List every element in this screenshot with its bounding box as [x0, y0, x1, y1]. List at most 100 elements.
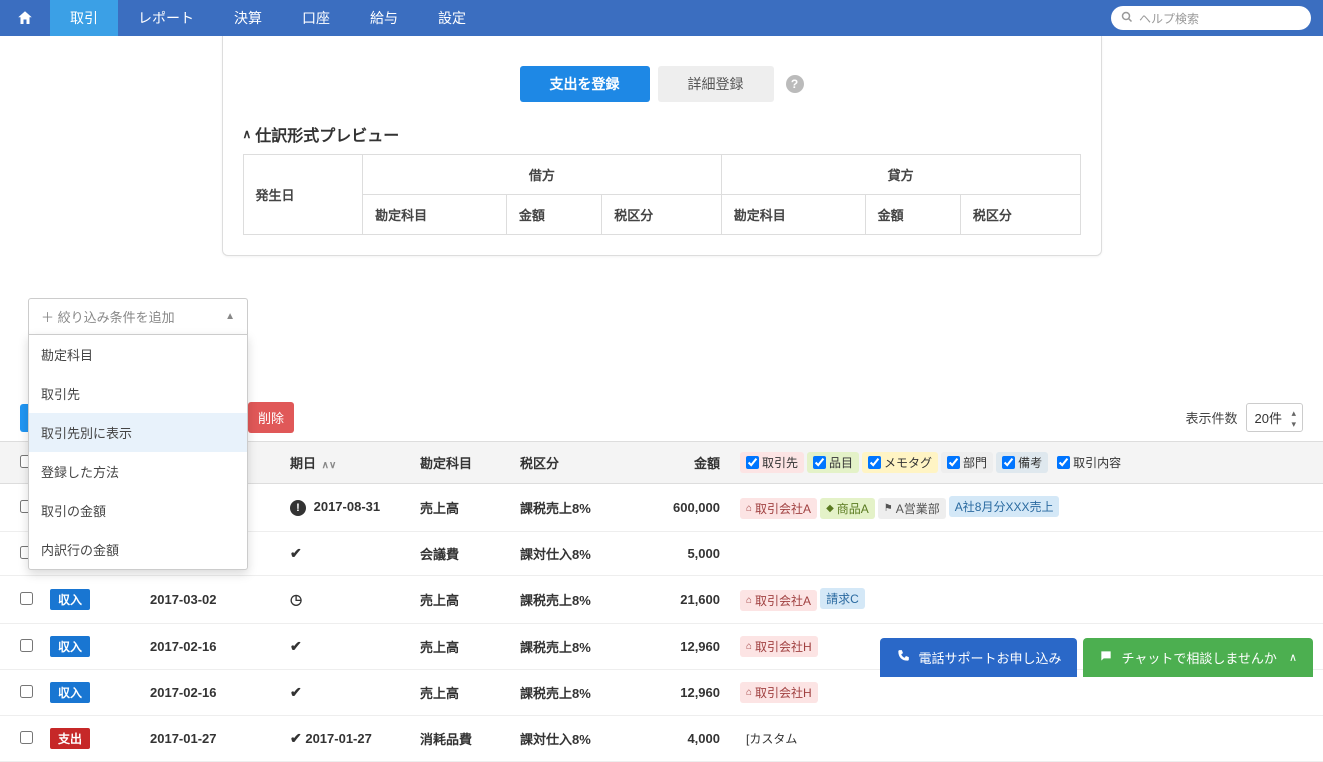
nav-item-5[interactable]: 設定	[418, 0, 486, 36]
col-debit: 借方	[363, 155, 722, 195]
tag-pill[interactable]: ⌂取引会社H	[740, 682, 818, 703]
nav-item-4[interactable]: 給与	[350, 0, 418, 36]
cell-tax: 課対仕入8%	[520, 729, 630, 748]
table-row[interactable]: 支出 2017-01-27✔ 2017-01-27消耗品費課対仕入8%4,000 […	[0, 716, 1323, 762]
col-credit-tax: 税区分	[960, 195, 1080, 235]
tag-icon: ⌂	[746, 503, 752, 514]
page-size-label: 表示件数	[1186, 408, 1238, 427]
cell-due: ✔ 2017-01-27	[290, 730, 420, 747]
tag-pill[interactable]: 請求C	[820, 588, 865, 609]
tag-pill[interactable]: ⚑A営業部	[878, 498, 946, 519]
chevron-up-icon: ∧	[1289, 651, 1297, 664]
tag-filter-checkbox[interactable]: 品目	[807, 452, 859, 473]
page-size-select[interactable]: 20件 ▴▾	[1246, 403, 1303, 432]
row-checkbox[interactable]	[20, 731, 33, 744]
checkbox[interactable]	[1002, 456, 1015, 469]
chat-support-button[interactable]: チャットで相談しませんか ∧	[1083, 638, 1313, 677]
col-amount-header: 金額	[630, 453, 720, 472]
nav-item-1[interactable]: レポート	[118, 0, 214, 36]
cell-account: 消耗品費	[420, 729, 520, 748]
cell-date: 2017-02-16	[150, 639, 290, 654]
nav-item-2[interactable]: 決算	[214, 0, 282, 36]
checkbox[interactable]	[868, 456, 881, 469]
row-checkbox[interactable]	[20, 592, 33, 605]
type-badge: 支出	[50, 728, 90, 749]
row-checkbox[interactable]	[20, 685, 33, 698]
home-icon	[16, 9, 34, 27]
tag-filter-checkbox[interactable]: 備考	[996, 452, 1048, 473]
cell-tax: 課税売上8%	[520, 683, 630, 702]
nav-item-3[interactable]: 口座	[282, 0, 350, 36]
nav-item-0[interactable]: 取引	[50, 0, 118, 36]
support-footer: 電話サポートお申し込み チャットで相談しませんか ∧	[880, 638, 1313, 677]
checkbox[interactable]	[947, 456, 960, 469]
cell-account: 売上高	[420, 498, 520, 517]
tag-pill[interactable]: [カスタム	[740, 728, 803, 749]
tag-pill[interactable]: ◆商品A	[820, 498, 875, 519]
type-badge: 収入	[50, 682, 90, 703]
search-placeholder: ヘルプ検索	[1139, 10, 1199, 27]
entry-panel: 支出を登録 詳細登録 ? ∧ 仕訳形式プレビュー 発生日 借方 貸方 勘定科目 …	[222, 36, 1102, 256]
help-search-input[interactable]: ヘルプ検索	[1111, 6, 1311, 30]
tag-filter-checks: 取引先品目メモタグ部門備考取引内容	[720, 452, 1303, 473]
cell-amount: 4,000	[630, 731, 720, 746]
col-credit-amount: 金額	[865, 195, 960, 235]
cell-account: 売上高	[420, 683, 520, 702]
tag-filter-checkbox[interactable]: 部門	[941, 452, 993, 473]
cell-date: 2017-03-02	[150, 592, 290, 607]
search-icon	[1121, 11, 1133, 26]
filter-option[interactable]: 取引先別に表示	[29, 413, 247, 452]
checkbox[interactable]	[813, 456, 826, 469]
top-navbar: 取引レポート決算口座給与設定 ヘルプ検索	[0, 0, 1323, 36]
filter-option[interactable]: 内訳行の金額	[29, 530, 247, 569]
select-arrows-icon: ▴▾	[1291, 408, 1296, 430]
bulk-action-button-edge[interactable]	[20, 404, 28, 432]
cell-amount: 12,960	[630, 639, 720, 654]
cell-due: ✔	[290, 545, 420, 562]
cell-due: ✔	[290, 638, 420, 655]
detail-register-button[interactable]: 詳細登録	[658, 66, 774, 102]
check-icon: ✔	[290, 545, 302, 561]
tag-pill[interactable]: ⌂取引会社A	[740, 498, 817, 519]
check-icon: ✔	[290, 730, 302, 746]
tag-filter-checkbox[interactable]: 取引内容	[1051, 452, 1127, 473]
cell-account: 売上高	[420, 637, 520, 656]
tag-pill[interactable]: ⌂取引会社H	[740, 636, 818, 657]
cell-tags: [カスタム	[720, 728, 1303, 749]
tag-icon: ◆	[826, 503, 834, 514]
col-tax-header: 税区分	[520, 453, 630, 472]
tag-pill[interactable]: ⌂取引会社A	[740, 590, 817, 611]
journal-preview-table: 発生日 借方 貸方 勘定科目 金額 税区分 勘定科目 金額 税区分	[243, 154, 1081, 235]
checkbox[interactable]	[746, 456, 759, 469]
cell-tax: 課税売上8%	[520, 498, 630, 517]
filter-option[interactable]: 取引の金額	[29, 491, 247, 530]
checkbox[interactable]	[1057, 456, 1070, 469]
cell-amount: 21,600	[630, 592, 720, 607]
cell-tags: ⌂取引会社A請求C	[720, 588, 1303, 611]
check-icon: ✔	[290, 684, 302, 700]
phone-icon	[896, 649, 910, 666]
filter-menu: 勘定科目取引先取引先別に表示登録した方法取引の金額内訳行の金額	[28, 334, 248, 570]
home-button[interactable]	[0, 0, 50, 36]
register-expense-button[interactable]: 支出を登録	[520, 66, 650, 102]
filter-option[interactable]: 登録した方法	[29, 452, 247, 491]
cell-amount: 12,960	[630, 685, 720, 700]
col-account-header: 勘定科目	[420, 453, 520, 472]
tag-filter-checkbox[interactable]: 取引先	[740, 452, 804, 473]
cell-date: 2017-01-27	[150, 731, 290, 746]
help-icon[interactable]: ?	[786, 75, 804, 93]
row-checkbox[interactable]	[20, 639, 33, 652]
phone-support-button[interactable]: 電話サポートお申し込み	[880, 638, 1077, 677]
tag-filter-checkbox[interactable]: メモタグ	[862, 452, 938, 473]
filter-option[interactable]: 勘定科目	[29, 335, 247, 374]
table-row[interactable]: 収入2017-03-02◷売上高課税売上8%21,600⌂取引会社A請求C	[0, 576, 1323, 624]
preview-title[interactable]: ∧ 仕訳形式プレビュー	[243, 122, 1081, 146]
col-due-header[interactable]: 期日 ∧∨	[290, 453, 420, 472]
delete-button[interactable]: 削除	[248, 402, 294, 433]
cell-tags: ⌂取引会社H	[720, 682, 1303, 703]
filter-option[interactable]: 取引先	[29, 374, 247, 413]
cell-tax: 課税売上8%	[520, 590, 630, 609]
tag-icon: ⌂	[746, 641, 752, 652]
tag-pill[interactable]: A社8月分XXX売上	[949, 496, 1060, 517]
add-filter-dropdown[interactable]: ＋ 絞り込み条件を追加 ▲	[28, 298, 248, 334]
